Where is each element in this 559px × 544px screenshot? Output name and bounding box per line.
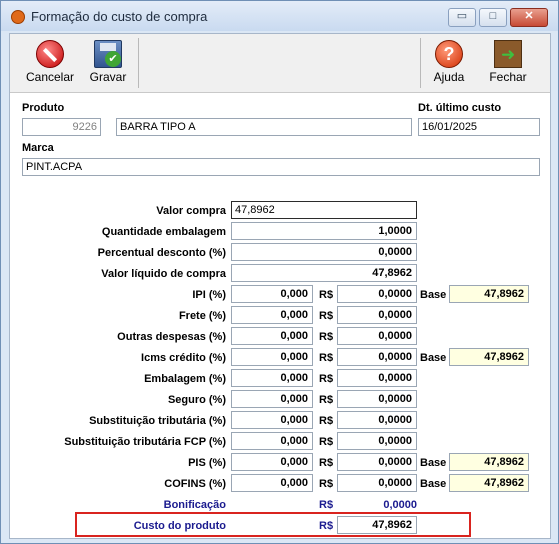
cancel-label: Cancelar [25,70,75,84]
ipi-value-field[interactable]: 0,0000 [337,285,417,303]
dt-ultimo-custo-label: Dt. último custo [418,102,502,114]
currency-label: R$ [319,373,334,385]
help-icon: ? [435,40,463,68]
window-title: Formação do custo de compra [31,9,208,24]
base-label: Base [420,352,447,364]
valor-compra-input[interactable]: 47,8962 [231,201,417,219]
minimize-button[interactable]: ▭ [448,8,476,27]
substituicao-tributaria-fcp-label: Substituição tributária FCP (%) [64,436,226,448]
percentual-desconto-input[interactable]: 0,0000 [231,243,417,261]
maximize-button[interactable]: □ [479,8,507,27]
form-body: Cancelar Gravar ? Ajuda Fechar Produto 9… [9,33,551,539]
bonificacao-value: 0,0000 [383,499,417,511]
frete-label: Frete (%) [178,310,226,322]
embalagem-value-field[interactable]: 0,0000 [337,369,417,387]
toolbar-separator [420,38,421,88]
currency-label: R$ [319,331,334,343]
currency-label: R$ [319,457,334,469]
bonificacao-label: Bonificação [163,499,226,511]
close-window-button[interactable]: ✕ [510,8,548,27]
pis-value-field[interactable]: 0,0000 [337,453,417,471]
pis-label: PIS (%) [188,457,226,469]
toolbar-separator [138,38,139,88]
icms-credito-label: Icms crédito (%) [141,352,226,364]
exit-door-icon [494,40,522,68]
help-button[interactable]: ? Ajuda [423,38,475,90]
frete-value-field[interactable]: 0,0000 [337,306,417,324]
window: Formação do custo de compra ▭ □ ✕ Cancel… [0,0,559,544]
frete-pct-input[interactable]: 0,000 [231,306,313,324]
seguro-value-field[interactable]: 0,0000 [337,390,417,408]
currency-label: R$ [319,499,334,511]
icms-credito-pct-input[interactable]: 0,000 [231,348,313,366]
exit-label: Fechar [489,70,527,84]
cofins-value-field[interactable]: 0,0000 [337,474,417,492]
currency-label: R$ [319,394,334,406]
substituicao-tributaria-pct-input[interactable]: 0,000 [231,411,313,429]
custo-produto-label: Custo do produto [133,520,226,532]
currency-label: R$ [319,436,334,448]
cancel-icon [36,40,64,68]
valor-liquido-field[interactable]: 47,8962 [231,264,417,282]
base-label: Base [420,289,447,301]
marca-label: Marca [22,142,54,154]
help-label: Ajuda [433,70,465,84]
substituicao-tributaria-value-field[interactable]: 0,0000 [337,411,417,429]
marca-field[interactable]: PINT.ACPA [22,158,540,176]
produto-label: Produto [22,102,65,114]
currency-label: R$ [319,520,334,532]
title-bar[interactable]: Formação do custo de compra ▭ □ ✕ [1,1,558,31]
currency-label: R$ [319,289,334,301]
valor-compra-label: Valor compra [156,205,226,217]
custo-produto-field[interactable]: 47,8962 [337,516,417,534]
dt-ultimo-custo-field[interactable]: 16/01/2025 [418,118,540,136]
toolbar: Cancelar Gravar ? Ajuda Fechar [10,34,550,93]
embalagem-pct-input[interactable]: 0,000 [231,369,313,387]
save-icon [94,40,122,68]
ipi-label: IPI (%) [192,289,226,301]
currency-label: R$ [319,478,334,490]
produto-code-field[interactable]: 9226 [22,118,101,136]
embalagem-label: Embalagem (%) [144,373,226,385]
save-button[interactable]: Gravar [82,38,134,90]
cofins-pct-input[interactable]: 0,000 [231,474,313,492]
icms-base-field[interactable]: 47,8962 [449,348,529,366]
cofins-base-field[interactable]: 47,8962 [449,474,529,492]
quantidade-embalagem-label: Quantidade embalagem [101,226,226,238]
percentual-desconto-label: Percentual desconto (%) [97,247,226,259]
seguro-pct-input[interactable]: 0,000 [231,390,313,408]
pis-pct-input[interactable]: 0,000 [231,453,313,471]
outras-despesas-value-field[interactable]: 0,0000 [337,327,417,345]
outras-despesas-label: Outras despesas (%) [117,331,226,343]
substituicao-tributaria-label: Substituição tributária (%) [89,415,226,427]
icms-credito-value-field[interactable]: 0,0000 [337,348,417,366]
base-label: Base [420,478,447,490]
exit-button[interactable]: Fechar [482,38,534,90]
currency-label: R$ [319,352,334,364]
produto-name-field[interactable]: BARRA TIPO A [116,118,412,136]
quantidade-embalagem-input[interactable]: 1,0000 [231,222,417,240]
save-label: Gravar [89,70,127,84]
cancel-button[interactable]: Cancelar [24,38,76,90]
app-icon [11,10,25,24]
currency-label: R$ [319,310,334,322]
seguro-label: Seguro (%) [167,394,226,406]
currency-label: R$ [319,415,334,427]
valor-liquido-label: Valor líquido de compra [101,268,226,280]
base-label: Base [420,457,447,469]
ipi-pct-input[interactable]: 0,000 [231,285,313,303]
cofins-label: COFINS (%) [164,478,226,490]
outras-despesas-pct-input[interactable]: 0,000 [231,327,313,345]
ipi-base-field[interactable]: 47,8962 [449,285,529,303]
pis-base-field[interactable]: 47,8962 [449,453,529,471]
substituicao-tributaria-fcp-value-field[interactable]: 0,0000 [337,432,417,450]
substituicao-tributaria-fcp-pct-input[interactable]: 0,000 [231,432,313,450]
